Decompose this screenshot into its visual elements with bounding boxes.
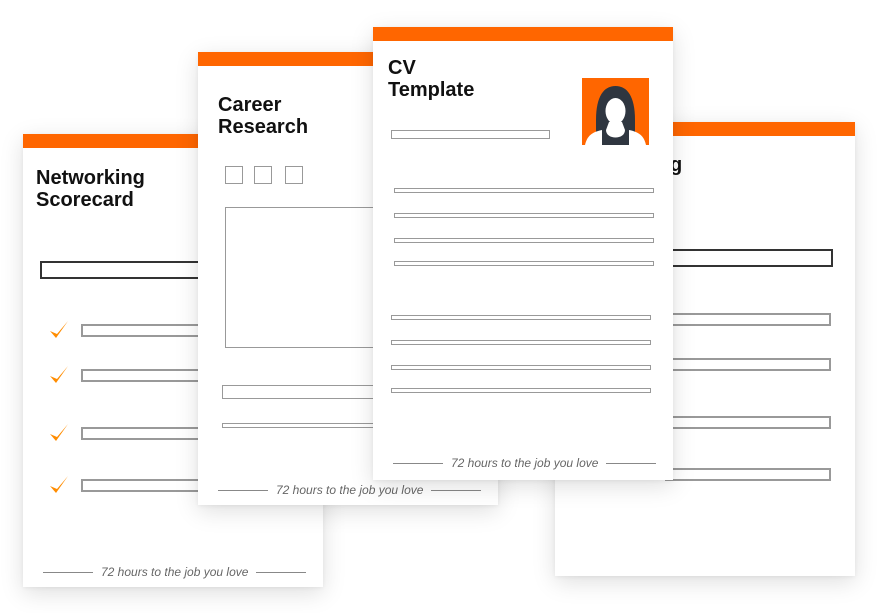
footer-rule [256,571,307,573]
card-footer: 72 hours to the job you love [43,565,307,579]
card-header-bar [373,27,673,41]
card-title-line2: Research [218,116,309,138]
card-title: CV Template [388,57,474,101]
card-footer: 72 hours to the job you love [393,456,657,470]
footer-rule [431,489,482,491]
card-title-line2: Scorecard [36,189,134,211]
text-line [391,388,651,393]
text-line [394,261,654,266]
card-title: Networking Scorecard [36,167,145,211]
checkmark-icon [50,366,68,383]
text-line [394,213,654,218]
card-title-line2: Template [388,79,475,101]
card-title-line1: Networking [36,167,145,189]
input-line [665,249,833,267]
card-title-line1: Career [218,94,282,116]
checklist-line [665,358,831,371]
footer-rule [393,462,443,464]
checklist-line [665,416,831,429]
checkmark-icon [50,476,68,493]
card-title: Career Research [218,94,308,138]
footer-rule [606,462,657,464]
checkmark-icon [50,424,68,441]
document-card-cv-template: CV Template 72 hours to the job you love [373,27,673,480]
checkbox-square [254,166,272,184]
input-line [391,130,550,139]
text-line [391,315,651,320]
text-line [391,340,651,345]
checkbox-square [225,166,243,184]
footer-rule [218,489,268,491]
card-title-line1: CV [388,57,416,79]
woman-avatar-icon [585,86,646,145]
footer-rule [43,571,93,573]
text-line [394,238,654,243]
profile-photo [582,78,649,145]
text-line [391,365,651,370]
footer-tagline: 72 hours to the job you love [101,565,249,579]
footer-tagline: 72 hours to the job you love [451,456,599,470]
checklist-line [665,468,831,481]
checklist-line [665,313,831,326]
card-footer: 72 hours to the job you love [218,483,482,497]
footer-tagline: 72 hours to the job you love [276,483,424,497]
checkbox-square [285,166,303,184]
text-line [394,188,654,193]
checkmark-icon [50,321,68,338]
